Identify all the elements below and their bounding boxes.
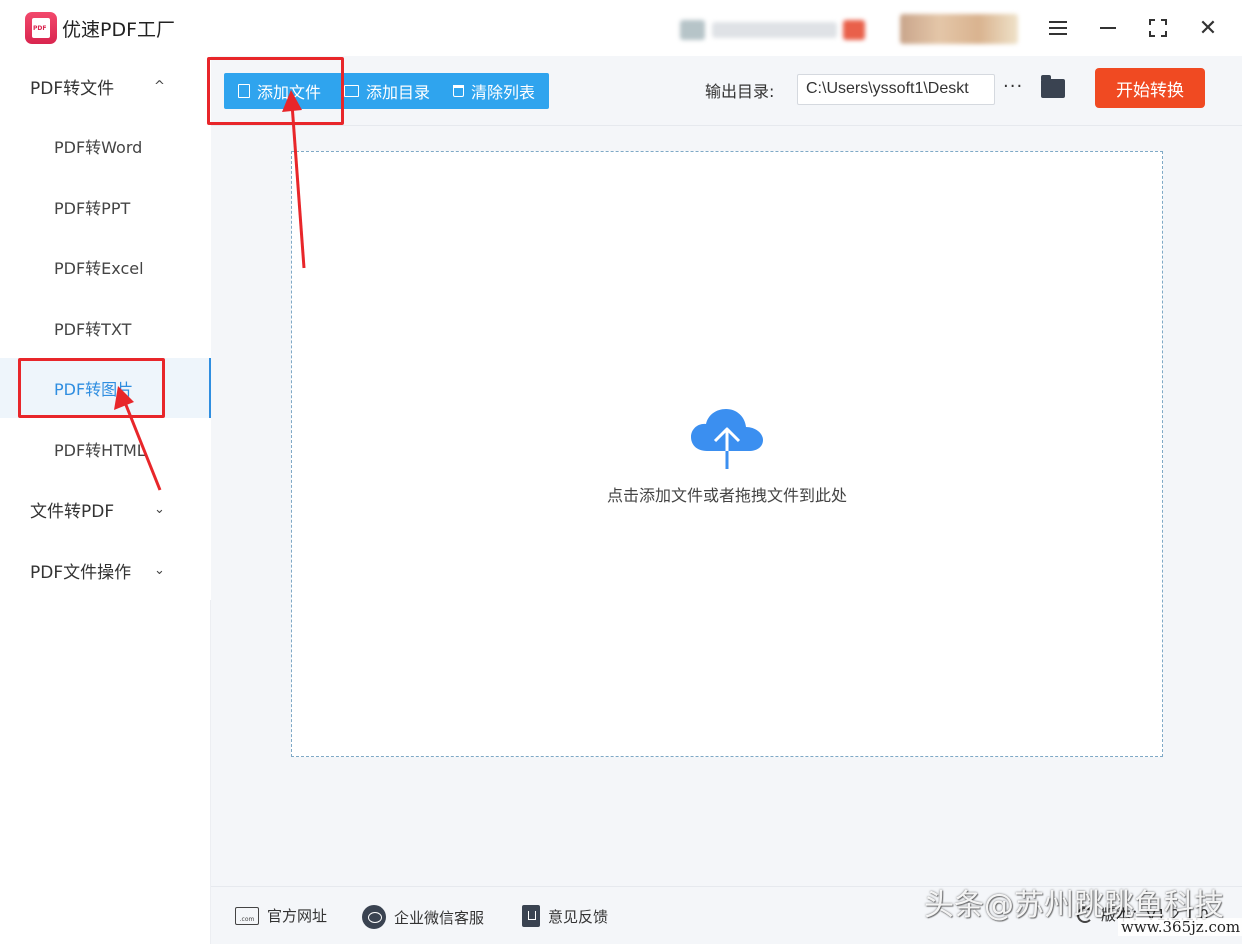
start-convert-button[interactable]: 开始转换	[1095, 68, 1205, 108]
blurred-vip-banner[interactable]	[900, 14, 1018, 44]
official-site-label: 官方网址	[267, 907, 328, 925]
sidebar-spacer	[0, 600, 211, 944]
toolbar: 添加文件 添加目录 清除列表 输出目录: C:\Users\yssoft1\De…	[211, 56, 1242, 126]
trash-icon	[453, 85, 464, 97]
feedback-icon	[522, 905, 540, 927]
annotation-box-add-file	[207, 57, 344, 125]
sidebar-item-label: PDF转Excel	[54, 259, 144, 278]
site-watermark: www.365jz.com	[1118, 918, 1242, 936]
minimize-button[interactable]	[1090, 10, 1126, 46]
sidebar-item-pdf-to-html[interactable]: PDF转HTML	[0, 419, 211, 479]
app-window: PDF 优速PDF工厂 ✕ PDF转文件 ^ PDF转Word PDF转PPT …	[0, 0, 1242, 944]
add-directory-label: 添加目录	[366, 83, 431, 102]
chevron-down-icon: ⌄	[154, 501, 165, 517]
main-panel: 添加文件 添加目录 清除列表 输出目录: C:\Users\yssoft1\De…	[211, 56, 1242, 886]
sidebar-item-pdf-to-excel[interactable]: PDF转Excel	[0, 237, 211, 297]
sidebar-group-pdf-operations[interactable]: PDF文件操作 ⌄	[0, 540, 211, 600]
sidebar-item-label: PDF转Word	[54, 138, 143, 157]
sidebar-item-pdf-to-ppt[interactable]: PDF转PPT	[0, 177, 211, 237]
file-drop-zone[interactable]: 点击添加文件或者拖拽文件到此处	[291, 151, 1163, 757]
annotation-box-pdf-to-image	[18, 358, 165, 418]
app-title: 优速PDF工厂	[62, 19, 176, 41]
output-dir-label: 输出目录:	[705, 82, 775, 101]
sidebar-group-label: PDF转文件	[30, 78, 115, 99]
blurred-badge	[843, 20, 865, 40]
minimize-icon	[1100, 27, 1116, 29]
cloud-upload-icon	[691, 409, 763, 469]
chat-icon	[362, 905, 386, 929]
sidebar-item-pdf-to-txt[interactable]: PDF转TXT	[0, 298, 211, 358]
sidebar-item-label: PDF转TXT	[54, 320, 132, 339]
wechat-support-link[interactable]: 企业微信客服	[362, 905, 484, 929]
app-logo-icon: PDF	[25, 12, 57, 44]
chevron-down-icon: ⌄	[154, 562, 165, 578]
sidebar-item-pdf-to-word[interactable]: PDF转Word	[0, 116, 211, 176]
hamburger-icon	[1049, 21, 1067, 35]
blurred-avatar	[680, 20, 705, 40]
title-bar: PDF 优速PDF工厂 ✕	[0, 0, 1242, 56]
feedback-link[interactable]: 意见反馈	[522, 905, 608, 927]
close-button[interactable]: ✕	[1190, 10, 1226, 46]
sidebar-item-label: PDF转PPT	[54, 199, 131, 218]
output-dir-input[interactable]: C:\Users\yssoft1\Deskt	[797, 74, 995, 105]
chevron-up-icon: ^	[154, 78, 165, 94]
maximize-button[interactable]	[1140, 10, 1176, 46]
website-icon: .com	[235, 906, 259, 925]
folder-outline-icon	[344, 85, 359, 97]
sidebar-group-file-to-pdf[interactable]: 文件转PDF ⌄	[0, 479, 211, 539]
add-directory-button[interactable]: 添加目录	[344, 73, 430, 109]
menu-button[interactable]	[1040, 10, 1076, 46]
sidebar-group-pdf-to-file[interactable]: PDF转文件 ^	[0, 56, 211, 116]
sidebar-group-label: 文件转PDF	[30, 501, 115, 522]
more-options-button[interactable]: ···	[1003, 76, 1023, 97]
open-folder-icon[interactable]	[1041, 75, 1065, 98]
wechat-support-label: 企业微信客服	[394, 908, 485, 927]
blurred-account	[712, 22, 837, 38]
sidebar-item-label: PDF转HTML	[54, 441, 146, 460]
feedback-label: 意见反馈	[548, 907, 609, 926]
official-site-link[interactable]: .com 官方网址	[235, 905, 327, 926]
sidebar-group-label: PDF文件操作	[30, 562, 132, 583]
sidebar: PDF转文件 ^ PDF转Word PDF转PPT PDF转Excel PDF转…	[0, 56, 211, 944]
maximize-icon	[1149, 19, 1167, 37]
logo-text: PDF	[33, 25, 47, 32]
clear-list-button[interactable]: 清除列表	[453, 73, 535, 109]
drop-zone-hint: 点击添加文件或者拖拽文件到此处	[606, 486, 847, 505]
close-icon: ✕	[1198, 15, 1218, 41]
clear-list-label: 清除列表	[471, 83, 536, 102]
